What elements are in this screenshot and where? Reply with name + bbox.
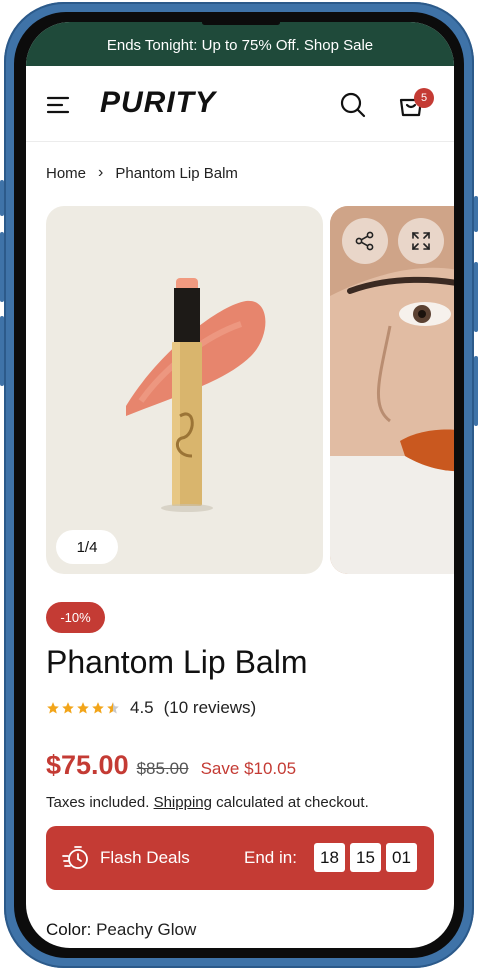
shipping-link[interactable]: Shipping — [154, 794, 212, 811]
color-label: Color: — [46, 920, 92, 939]
speaker-notch — [202, 22, 280, 25]
phone-button-volume-up — [0, 232, 4, 302]
phone-screen: Ends Tonight: Up to 75% Off. Shop Sale P… — [26, 22, 454, 948]
cart-badge-dot — [414, 132, 436, 154]
phone-button-mute — [0, 180, 4, 216]
color-selector-label: Color: Peachy Glow — [46, 920, 196, 940]
phone-button-side-3 — [474, 356, 478, 426]
review-count[interactable]: (10 reviews) — [164, 698, 257, 718]
breadcrumb-home[interactable]: Home — [46, 165, 86, 182]
star-icon — [62, 702, 74, 714]
stopwatch-icon — [62, 846, 88, 869]
search-icon[interactable] — [340, 92, 366, 118]
lip-balm-image — [126, 278, 266, 512]
compare-price: $85.00 — [136, 759, 189, 778]
price-row: $75.00 $85.00 Save $10.05 — [46, 750, 296, 781]
star-icon — [92, 702, 104, 714]
site-header: PURITY — [26, 66, 454, 142]
countdown-hours: 18 — [314, 843, 345, 872]
expand-button[interactable] — [398, 218, 444, 264]
announcement-text: Ends Tonight: Up to 75% Off. Shop Sale — [106, 36, 374, 54]
rating-value: 4.5 — [130, 698, 154, 717]
star-icon — [77, 702, 89, 714]
breadcrumb: Home › Phantom Lip Balm — [46, 164, 238, 182]
share-button[interactable] — [342, 218, 388, 264]
discount-badge: -10% — [46, 602, 105, 633]
gallery-slide-model[interactable] — [330, 206, 454, 574]
brand-logo[interactable]: PURITY — [100, 86, 216, 120]
countdown-minutes: 15 — [350, 843, 381, 872]
rating-stars — [46, 701, 120, 715]
tax-suffix: calculated at checkout. — [216, 794, 369, 811]
savings-text: Save $10.05 — [200, 759, 297, 778]
product-rating[interactable]: 4.5 (10 reviews) — [46, 698, 256, 718]
phone-button-side-2 — [474, 262, 478, 332]
end-in-label: End in: — [244, 848, 297, 867]
tax-prefix: Taxes included. — [46, 794, 150, 811]
cart-count-badge: 5 — [414, 88, 434, 108]
gallery-slide-product[interactable]: 1/4 — [46, 206, 323, 574]
phone-button-side-1 — [474, 196, 478, 232]
breadcrumb-current: Phantom Lip Balm — [115, 164, 238, 182]
phone-button-volume-down — [0, 316, 4, 386]
breadcrumb-separator: › — [98, 164, 104, 181]
color-value: Peachy Glow — [96, 920, 197, 939]
half-star-icon — [107, 702, 119, 714]
tax-note: Taxes included. Shipping calculated at c… — [46, 794, 369, 811]
expand-icon — [412, 232, 430, 250]
product-title: Phantom Lip Balm — [46, 644, 308, 680]
countdown-seconds: 01 — [386, 843, 417, 872]
flash-deals-label: Flash Deals — [100, 848, 190, 867]
gallery-counter: 1/4 — [56, 530, 118, 564]
flash-deals-banner: Flash Deals End in: 18 15 01 — [46, 826, 434, 890]
menu-icon[interactable] — [46, 92, 72, 118]
sale-price: $75.00 — [46, 750, 129, 780]
announcement-bar[interactable]: Ends Tonight: Up to 75% Off. Shop Sale — [26, 22, 454, 66]
star-icon — [47, 702, 59, 714]
product-gallery[interactable]: 1/4 — [46, 206, 454, 574]
model-photo — [330, 206, 454, 574]
share-icon — [355, 231, 374, 251]
